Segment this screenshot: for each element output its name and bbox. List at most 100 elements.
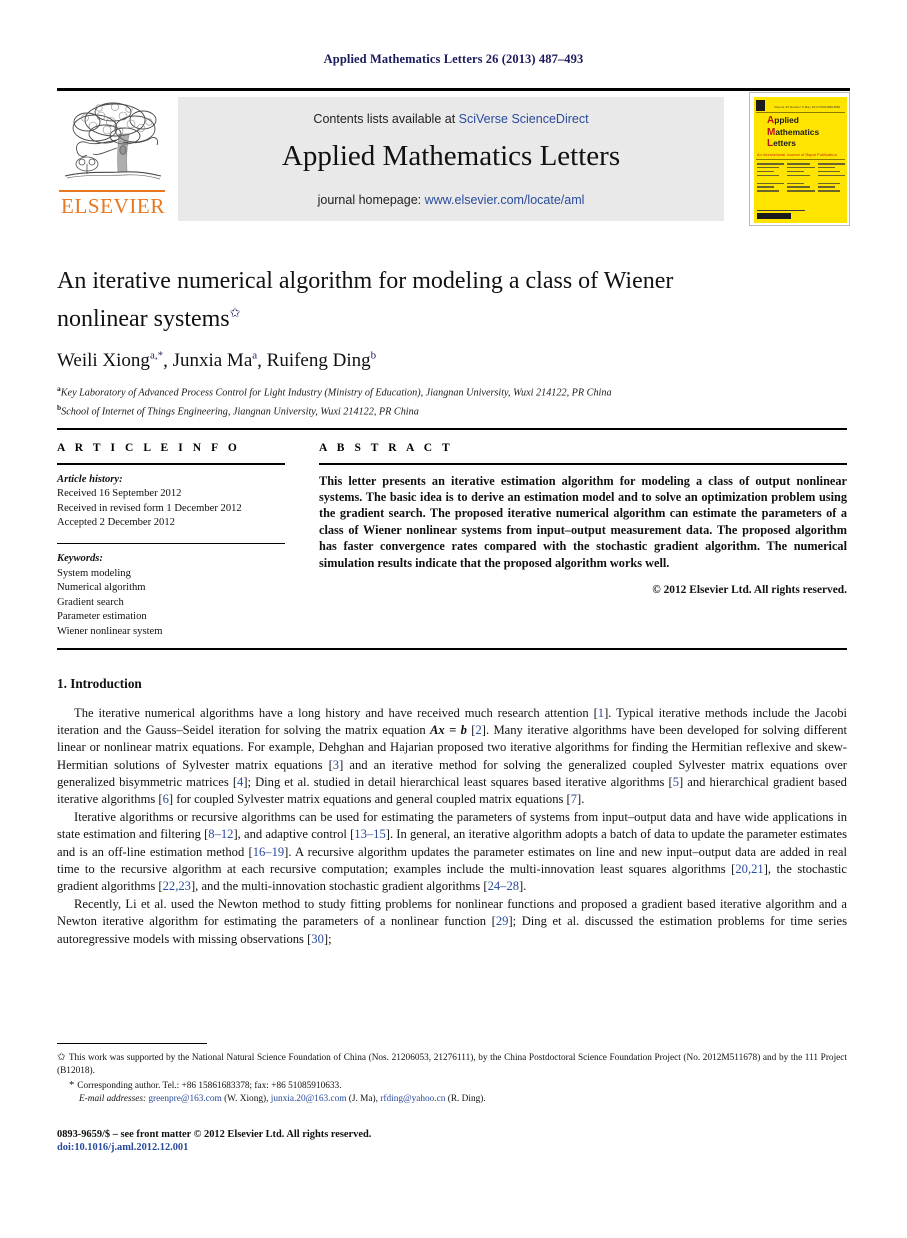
cover-text-line — [817, 182, 841, 185]
email-address[interactable]: junxia.20@163.com — [271, 1094, 347, 1104]
keyword-item: System modeling — [57, 567, 131, 579]
cover-title-line3: Letters — [767, 138, 796, 150]
citation-ref[interactable]: 24–28 — [488, 879, 519, 893]
text-run: ]. — [577, 792, 585, 807]
author-list: Weili Xionga,*, Junxia Maa, Ruifeng Ding… — [57, 350, 377, 372]
cover-text-line — [817, 186, 835, 188]
paragraph: The iterative numerical algorithms have … — [57, 705, 847, 808]
math-expression: Ax = b — [430, 723, 467, 738]
footnote-funding: ✩ This work was supported by the National… — [57, 1051, 847, 1078]
cover-text-line — [757, 166, 780, 169]
email-owner: (J. Ma) — [348, 1093, 376, 1104]
cover-text-line — [787, 174, 810, 177]
abstract-rule — [319, 463, 847, 465]
footnote-rule — [57, 1043, 207, 1045]
citation-ref[interactable]: 29 — [496, 914, 509, 928]
cover-text-line — [817, 166, 835, 169]
citation-ref[interactable]: 16–19 — [253, 845, 284, 859]
cover-contents-columns — [757, 163, 845, 194]
homepage-link[interactable]: www.elsevier.com/locate/aml — [425, 193, 585, 207]
author-entry[interactable]: Junxia Maa — [173, 350, 258, 371]
cover-text-line — [787, 190, 815, 192]
abstract-column: A B S T R A C T This letter presents an … — [319, 442, 847, 596]
info-bottom-rule — [57, 648, 847, 650]
text-run: ]; — [323, 931, 332, 946]
citation-ref[interactable]: 22,23 — [163, 879, 191, 893]
issn-front-matter-line: 0893-9659/$ – see front matter © 2012 El… — [57, 1129, 372, 1140]
title-footnote-mark: ✩ — [229, 305, 241, 320]
cover-publisher-badge — [757, 213, 791, 219]
keyword-item: Wiener nonlinear system — [57, 625, 163, 637]
cover-text-line — [787, 186, 810, 188]
elsevier-underline — [59, 190, 165, 192]
cover-rule-sub — [756, 159, 845, 160]
author-name: Weili Xiong — [57, 350, 150, 372]
journal-masthead: ELSEVIER Contents lists available at Sci… — [57, 88, 850, 226]
cover-issue-line: Volume 26 Number 5 May 2013 — [774, 105, 819, 109]
footnote-corresponding: * Corresponding author. Tel.: +86 1586168… — [57, 1079, 847, 1093]
journal-cover-thumbnail: Volume 26 Number 5 May 2013 ISSN 0893-96… — [749, 92, 850, 226]
cover-title: AAppliedpplied Mathematics Letters — [767, 115, 819, 150]
cover-text-line — [787, 166, 815, 169]
text-run: ], and adaptive control [ — [233, 827, 355, 842]
elsevier-wordmark: ELSEVIER — [61, 194, 165, 218]
footnote-asterisk-mark: * — [69, 1079, 75, 1091]
cover-col-2 — [787, 163, 815, 194]
cover-text-line — [757, 174, 780, 177]
cover-rule-top — [756, 112, 845, 113]
citation-ref[interactable]: 13–15 — [354, 827, 385, 841]
section-heading-introduction: 1. Introduction — [57, 676, 142, 691]
affiliation-item: aKey Laboratory of Advanced Process Cont… — [57, 382, 757, 400]
author-affil-mark: a — [252, 350, 258, 362]
affiliation-text: School of Internet of Things Engineering… — [61, 406, 419, 418]
author-entry[interactable]: Weili Xionga,* — [57, 350, 163, 371]
author-affil-mark: b — [370, 350, 377, 362]
cover-text-line — [787, 170, 805, 173]
colophon-region: 0893-9659/$ – see front matter © 2012 El… — [57, 1128, 847, 1153]
citation-ref[interactable]: 8–12 — [208, 827, 233, 841]
cover-text-line — [817, 174, 845, 177]
abstract-text: This letter presents an iterative estima… — [319, 473, 847, 570]
citation-ref[interactable]: 20,21 — [735, 862, 763, 876]
elsevier-logo: ELSEVIER — [57, 98, 169, 220]
body-region: 1. Introduction The iterative numerical … — [57, 676, 847, 949]
sciencedirect-link[interactable]: SciVerse ScienceDirect — [459, 112, 589, 126]
paper-title-text: An iterative numerical algorithm for mod… — [57, 268, 674, 332]
contents-available-line: Contents lists available at SciVerse Sci… — [178, 112, 724, 126]
cover-text-line — [757, 163, 785, 165]
author-name: Junxia Ma — [172, 350, 253, 372]
article-info-heading: A R T I C L E I N F O — [57, 442, 241, 454]
footnote-emails: E-mail addresses: greenpre@163.com (W. X… — [79, 1093, 486, 1104]
keywords-label: Keywords: — [57, 553, 103, 564]
author-affil-mark: a,* — [149, 350, 164, 362]
author-entry[interactable]: Ruifeng Dingb — [267, 350, 376, 371]
journal-banner: Contents lists available at SciVerse Sci… — [178, 97, 724, 221]
email-address[interactable]: greenpre@163.com — [148, 1094, 221, 1104]
text-run: ] for coupled Sylvester matrix equations… — [168, 792, 571, 807]
history-item: Accepted 2 December 2012 — [57, 517, 175, 528]
article-info-rule — [57, 463, 285, 465]
footnote-funding-text: This work was supported by the National … — [57, 1053, 847, 1077]
history-item: Received 16 September 2012 — [57, 488, 182, 499]
paragraph: Iterative algorithms or recursive algori… — [57, 809, 847, 895]
abstract-copyright: © 2012 Elsevier Ltd. All rights reserved… — [652, 583, 847, 596]
history-item: Received in revised form 1 December 2012 — [57, 502, 242, 514]
article-history-label: Article history: — [57, 473, 123, 485]
cover-text-line — [817, 163, 845, 165]
cover-text-line — [757, 186, 774, 188]
email-owner: (R. Ding) — [447, 1093, 484, 1104]
running-head: Applied Mathematics Letters 26 (2013) 48… — [323, 52, 584, 66]
keywords-rule — [57, 542, 285, 544]
text-run: ]. — [519, 879, 527, 894]
email-owner: (W. Xiong) — [224, 1093, 267, 1104]
doi-link[interactable]: doi:10.1016/j.aml.2012.12.001 — [57, 1142, 847, 1153]
journal-homepage-line: journal homepage: www.elsevier.com/locat… — [178, 193, 724, 207]
abstract-heading: A B S T R A C T — [319, 442, 454, 454]
text-run: The iterative numerical algorithms have … — [74, 706, 598, 720]
email-address[interactable]: rfding@yahoo.cn — [380, 1094, 445, 1104]
citation-ref[interactable]: 30 — [311, 932, 324, 946]
text-run: ]; Ding et al. studied in detail hierarc… — [243, 774, 673, 789]
author-name: Ruifeng Ding — [266, 350, 371, 372]
cover-text-line — [787, 163, 810, 165]
cover-subtitle: An International Journal of Rapid Public… — [757, 153, 837, 157]
